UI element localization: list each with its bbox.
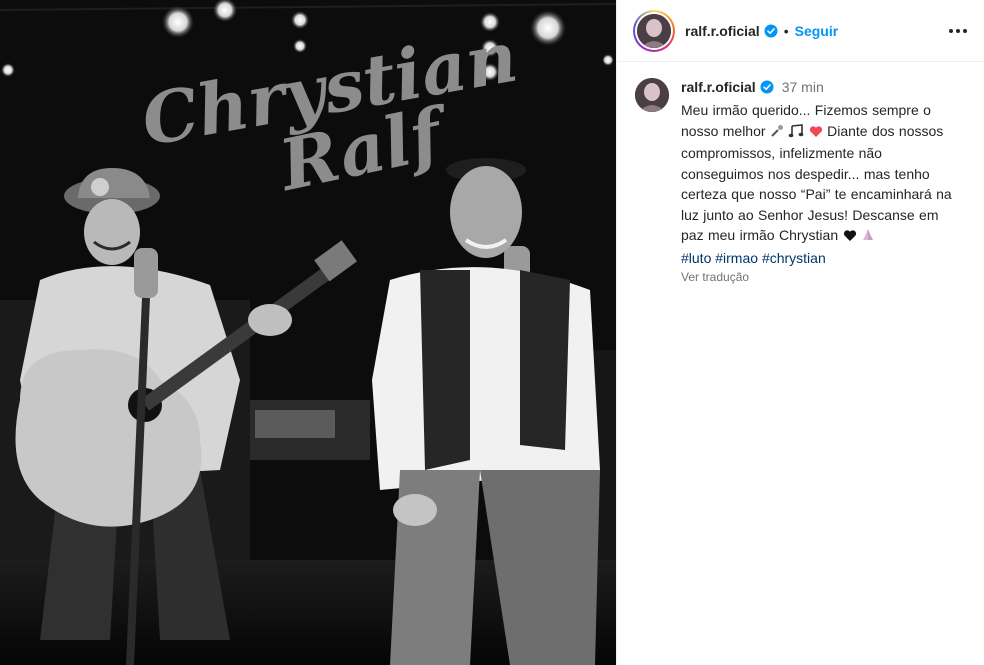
avatar-image [637,13,671,48]
hashtags: #luto #irmao #chrystian [681,248,970,269]
post-time[interactable]: 37 min [782,79,824,95]
instagram-post: Chrystian Ralf ralf.r.oficial • Seguir r… [0,0,984,665]
stage-photo: Chrystian Ralf [0,0,616,665]
follow-button[interactable]: Seguir [795,23,839,39]
red-heart-icon [809,123,823,144]
post-side-panel: ralf.r.oficial • Seguir ralf.r.oficial 3… [616,0,984,665]
story-ring[interactable] [633,9,675,52]
post-caption-block: ralf.r.oficial 37 min Meu irmão querido.… [617,62,984,284]
caption-text: Meu irmão querido... Fizemos sempre o no… [681,100,959,248]
avatar[interactable] [637,13,671,48]
microphone-icon [770,123,784,144]
black-heart-icon [843,227,857,248]
caption-meta: ralf.r.oficial 37 min [681,78,970,96]
caption-avatar[interactable] [635,78,669,112]
header-username[interactable]: ralf.r.oficial [685,23,760,39]
post-photo[interactable]: Chrystian Ralf [0,0,616,665]
avatar-frame [635,11,673,50]
verified-badge-icon [760,80,774,94]
music-notes-icon [788,123,804,144]
header-user-line: ralf.r.oficial • Seguir [685,23,946,39]
caption-body: ralf.r.oficial 37 min Meu irmão querido.… [681,78,970,284]
hashtag-link[interactable]: #luto [681,250,711,266]
post-header: ralf.r.oficial • Seguir [617,0,984,62]
hashtag-link[interactable]: #chrystian [762,250,826,266]
caption-username[interactable]: ralf.r.oficial [681,79,756,95]
hashtag-link[interactable]: #irmao [715,250,758,266]
avatar-image [635,78,669,112]
verified-badge-icon [764,24,778,38]
praying-hands-icon [861,227,875,248]
see-translation-link[interactable]: Ver tradução [681,270,970,284]
header-separator: • [783,22,789,39]
more-options-icon[interactable] [946,19,970,43]
